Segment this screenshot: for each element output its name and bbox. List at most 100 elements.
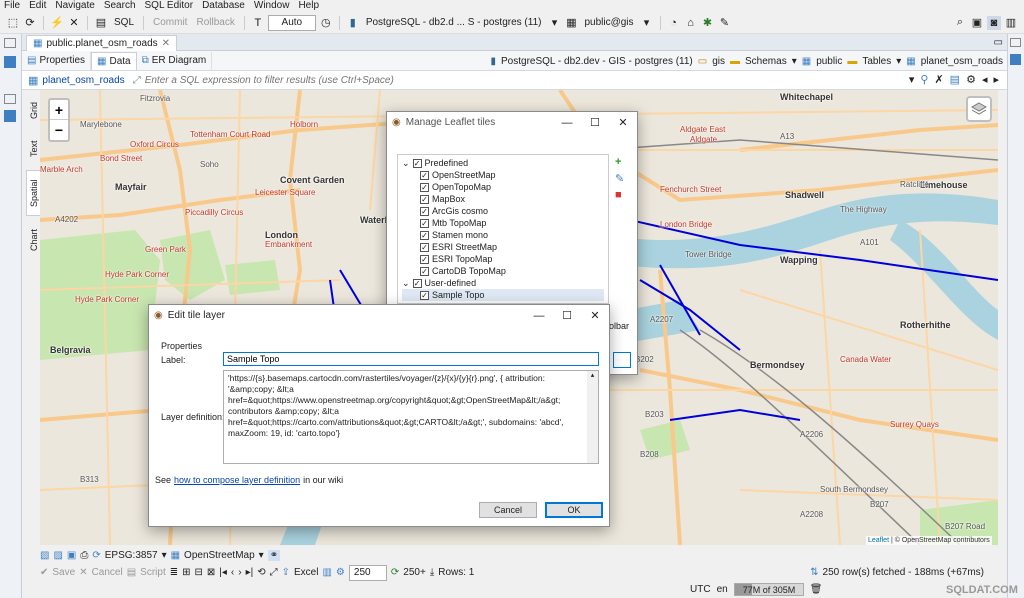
checkbox[interactable]: ✓ xyxy=(420,242,429,252)
first-page-icon[interactable]: |◂ xyxy=(219,567,227,578)
tab-properties[interactable]: ▤ Properties xyxy=(22,51,92,70)
refresh-icon[interactable]: ⟳ xyxy=(23,16,37,30)
checkbox[interactable]: ✓ xyxy=(420,170,429,180)
minimize-icon[interactable] xyxy=(1010,38,1021,47)
tab-er-diagram[interactable]: ⧉ ER Diagram xyxy=(137,51,213,70)
checkbox[interactable]: ✓ xyxy=(420,290,429,300)
link-icon[interactable]: ⚭ xyxy=(267,549,281,561)
commit-mode-select[interactable]: Auto xyxy=(267,14,316,31)
excel-button[interactable]: Excel xyxy=(294,567,318,578)
menu-item[interactable]: Help xyxy=(298,0,319,12)
layout-icon[interactable]: ▥ xyxy=(1004,16,1018,30)
fetch-next-icon[interactable]: ⟳ xyxy=(391,567,399,578)
script-button[interactable]: Script xyxy=(140,567,166,578)
tab-data[interactable]: ▦ Data xyxy=(91,51,137,70)
export-icon[interactable]: ▣ xyxy=(67,550,76,561)
sql-editor-icon[interactable]: ▤ xyxy=(94,16,108,30)
chevron-down-icon[interactable]: ⌄ xyxy=(402,278,410,289)
history-icon[interactable]: ◷ xyxy=(319,16,333,30)
close-icon[interactable]: ✕ xyxy=(162,38,170,49)
commit-button[interactable]: Commit xyxy=(153,17,187,28)
next-page-icon[interactable]: › xyxy=(238,567,241,578)
forward-icon[interactable]: ▸ xyxy=(993,73,999,86)
zoom-fit-icon[interactable]: ▧ xyxy=(40,550,49,561)
minimize-icon[interactable] xyxy=(4,94,16,104)
tile-item[interactable]: ✓ CartoDB TopoMap xyxy=(402,265,604,277)
fetch-all-icon[interactable]: ⤓ xyxy=(430,567,434,578)
save-button[interactable]: Save xyxy=(52,567,75,578)
breadcrumb-connection[interactable]: PostgreSQL - db2.dev - GIS - postgres (1… xyxy=(501,56,693,67)
tile-item[interactable]: ✓ ArcGis cosmo xyxy=(402,205,604,217)
tile-item[interactable]: ✓ Stamen mono xyxy=(402,229,604,241)
search-icon[interactable]: ⌕ xyxy=(953,16,967,30)
filter-history-icon[interactable]: ▾ xyxy=(909,73,915,86)
filter-table-name[interactable]: planet_osm_roads xyxy=(42,75,124,86)
chevron-down-icon[interactable]: ▾ xyxy=(547,16,561,30)
back-icon[interactable]: ◂ xyxy=(982,73,988,86)
menu-item[interactable]: Navigate xyxy=(55,0,94,12)
fetch-more-button[interactable]: 250+ xyxy=(403,567,426,578)
script-icon[interactable]: ▤ xyxy=(127,567,136,578)
export-icon[interactable]: ⇪ xyxy=(282,567,290,578)
chevron-down-icon[interactable]: ▾ xyxy=(162,550,167,561)
checkbox[interactable]: ✓ xyxy=(420,254,429,264)
active-schema[interactable]: public@gis xyxy=(584,17,633,28)
prev-page-icon[interactable]: ‹ xyxy=(231,567,234,578)
chevron-down-icon[interactable]: ▾ xyxy=(792,56,797,67)
network-icon[interactable]: ⌂ xyxy=(684,16,698,30)
print-icon[interactable]: ⎙ xyxy=(80,550,88,561)
breadcrumb-schema[interactable]: public xyxy=(816,56,842,67)
compose-definition-link[interactable]: how to compose layer definition xyxy=(174,475,300,485)
cancel-icon[interactable]: ✕ xyxy=(79,567,87,578)
menu-item[interactable]: Edit xyxy=(29,0,46,12)
disconnect-icon[interactable]: ✕ xyxy=(67,16,81,30)
expand-icon[interactable]: ⤢ xyxy=(270,567,278,578)
edit-icon[interactable]: ✎ xyxy=(615,172,624,185)
tile-item[interactable]: ✓ Mtb TopoMap xyxy=(402,217,604,229)
maximize-icon[interactable]: ☐ xyxy=(581,112,609,133)
breadcrumb-tables[interactable]: Tables xyxy=(862,56,891,67)
tile-item[interactable]: ✓ Sample Topo xyxy=(402,289,604,301)
chevron-down-icon[interactable]: ▾ xyxy=(640,16,654,30)
close-icon[interactable]: ✕ xyxy=(581,305,609,326)
memory-bar[interactable]: 77M of 305M xyxy=(733,583,804,596)
transaction-mode-icon[interactable]: T xyxy=(251,16,265,30)
checkbox[interactable]: ✓ xyxy=(420,194,429,204)
predefined-group[interactable]: ⌄ ✓ Predefined xyxy=(402,157,604,169)
minimize-icon[interactable]: — xyxy=(553,112,581,133)
cancel-button[interactable]: Cancel xyxy=(92,567,123,578)
layers-icon[interactable] xyxy=(966,96,992,122)
menu-item[interactable]: File xyxy=(4,0,20,12)
gc-icon[interactable]: 🗑 xyxy=(810,584,823,595)
crs-select[interactable]: EPSG:3857 xyxy=(105,550,158,561)
add-row-icon[interactable]: ⊞ xyxy=(182,567,190,578)
cancel-button[interactable]: Cancel xyxy=(479,502,537,518)
breadcrumb-db[interactable]: gis xyxy=(712,56,725,67)
tile-item[interactable]: ✓ OpenStreetMap xyxy=(402,169,604,181)
connect-icon[interactable]: ⚡ xyxy=(50,16,64,30)
dbeaver-perspective-icon[interactable]: ◙ xyxy=(987,15,1001,30)
perspective-icon[interactable]: ▣ xyxy=(970,16,984,30)
checkbox[interactable]: ✓ xyxy=(420,218,429,228)
editor-tab-planet-osm-roads[interactable]: ▦ public.planet_osm_roads ✕ xyxy=(26,35,178,51)
debug-icon[interactable]: ✱ xyxy=(701,16,715,30)
expand-icon[interactable]: ⤢ xyxy=(133,75,141,86)
delete-row-icon[interactable]: ⊠ xyxy=(207,567,215,578)
layer-definition-textarea[interactable]: 'https://{s}.basemaps.cartocdn.com/raste… xyxy=(223,370,599,464)
tile-item[interactable]: ✓ ESRI StreetMap xyxy=(402,241,604,253)
refresh-icon[interactable]: ⟲ xyxy=(257,567,265,578)
apply-button-edge[interactable] xyxy=(613,352,631,368)
filter-settings-icon[interactable]: ⚙ xyxy=(966,73,976,86)
project-view-icon[interactable] xyxy=(4,110,16,122)
zoom-in-button[interactable]: + xyxy=(50,100,68,120)
tiles-select[interactable]: OpenStreetMap xyxy=(184,550,255,561)
tile-item[interactable]: ✓ OpenTopoMap xyxy=(402,181,604,193)
zoom-out-button[interactable]: − xyxy=(50,120,68,140)
menu-item[interactable]: Search xyxy=(104,0,136,12)
active-connection[interactable]: PostgreSQL - db2.d ... S - postgres (11) xyxy=(366,17,542,28)
chevron-down-icon[interactable]: ▾ xyxy=(259,550,264,561)
sql-button[interactable]: SQL xyxy=(114,17,134,28)
textarea-scrollbar[interactable]: ▴ xyxy=(587,371,598,463)
delete-icon[interactable]: ■ xyxy=(615,189,624,201)
tile-item[interactable]: ✓ ESRI TopoMap xyxy=(402,253,604,265)
